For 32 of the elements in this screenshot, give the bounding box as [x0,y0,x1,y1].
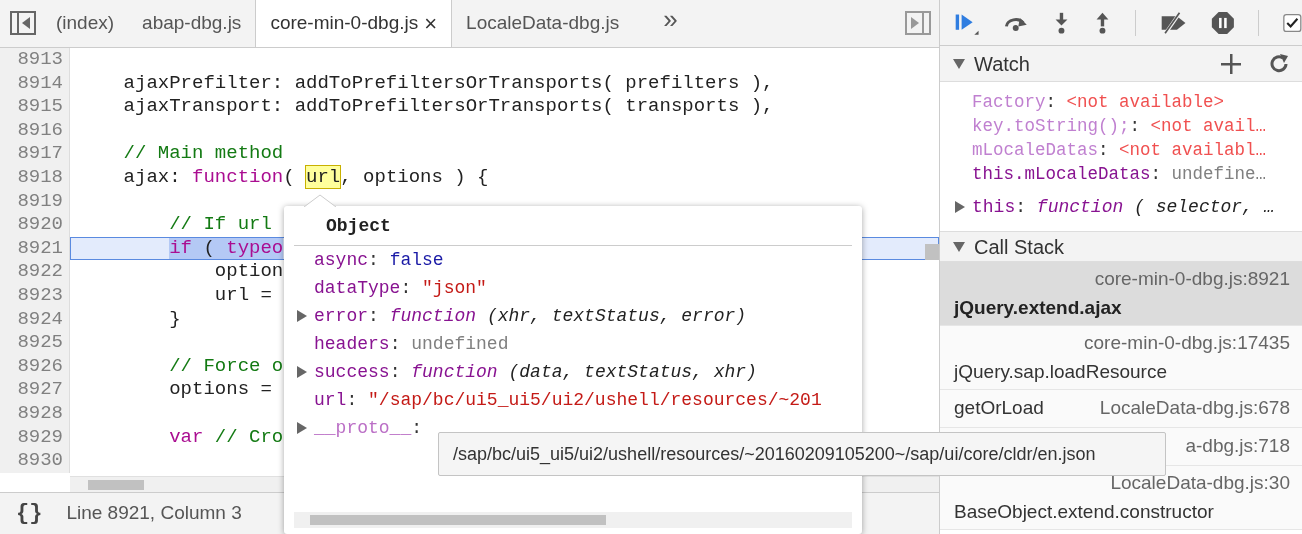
code-line: // Force o [168,354,284,377]
line-number: 8925 [0,331,70,355]
line-number: 8916 [0,118,70,143]
line-number: 8928 [0,401,70,426]
line-number: 8914 [0,71,70,96]
code-line: } [168,307,181,330]
line-number: 8926 [0,354,70,379]
code-line: // If url [168,213,272,236]
cursor-position: Line 8921, Column 3 [66,501,242,526]
line-number: 8924 [0,307,70,332]
line-number: 8918 [0,165,70,190]
code-line: // Main method [122,142,284,165]
line-number: 8917 [0,142,70,166]
code-line: ajaxPrefilter: addToPrefiltersOrTransports( prefilters ), [122,71,774,94]
code-line: ajaxTransport: addToPrefiltersOrTransports( transports ), [122,95,774,118]
code-line: options = [168,378,272,401]
code-line: option [213,260,284,283]
code-line: var // Cro [168,425,284,448]
line-number: 8920 [0,213,70,237]
line-number: 8921 [0,236,70,261]
line-number: 8927 [0,378,70,402]
url-tooltip: /sap/bc/ui5_ui5/ui2/ushell/resources/~20160209105200~/sap/ui/core/cldr/en.json [438,432,1166,476]
popover-title: Object [294,206,852,246]
code-line: ajax: function( url, options ) { [122,165,489,188]
line-number: 8919 [0,189,70,214]
line-number: 8922 [0,260,70,284]
line-number: 8913 [0,48,70,72]
line-number: 8930 [0,449,70,473]
code-line: url = [213,283,272,306]
line-number: 8915 [0,95,70,119]
line-number: 8929 [0,425,70,450]
line-number: 8923 [0,283,70,308]
